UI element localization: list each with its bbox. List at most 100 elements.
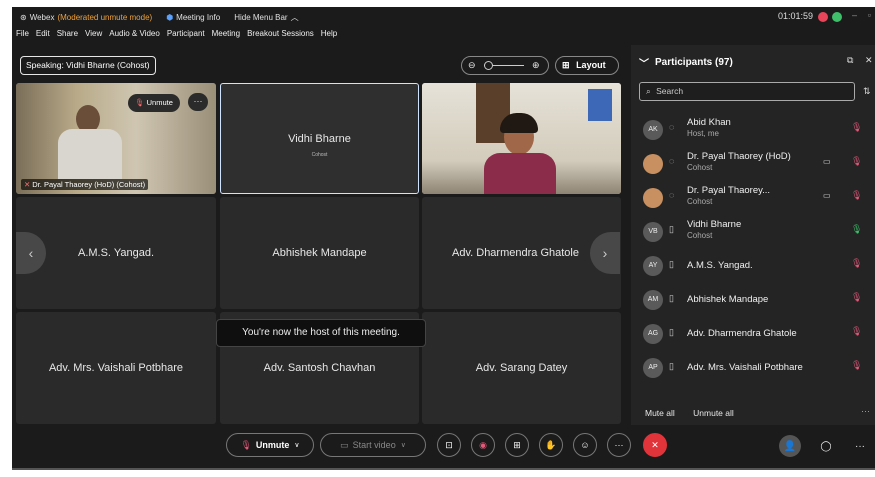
participant-row[interactable]: VB ▯ Vidhi Bharne Cohost 🎙 <box>631 215 875 249</box>
restore-button[interactable]: ▫ <box>868 10 871 20</box>
menu-file[interactable]: File <box>16 29 29 43</box>
video-off-icon: ▭ <box>340 439 349 450</box>
start-video-button[interactable]: ▭ Start video ∨ <box>320 433 426 457</box>
participant-row[interactable]: AK ◌ Abid Khan Host, me 🎙 <box>631 113 875 147</box>
zoom-slider-handle[interactable] <box>484 61 493 70</box>
tile-role: Cohost <box>311 151 328 158</box>
headset-icon: ◌ <box>669 156 675 166</box>
phone-icon: ▯ <box>669 293 674 303</box>
leave-meeting-button[interactable]: ✕ <box>643 433 667 457</box>
tile-caption: ✕ Dr. Payal Thaorey (HoD) (Cohost) <box>21 179 149 190</box>
phone-icon: ▯ <box>669 259 674 269</box>
more-options-button[interactable]: ··· <box>607 433 631 457</box>
menu-breakout[interactable]: Breakout Sessions <box>247 29 314 43</box>
menu-help[interactable]: Help <box>321 29 337 43</box>
participant-row[interactable]: ◌ Dr. Payal Thaorey (HoD) Cohost ▭ 🎙 <box>631 147 875 181</box>
participant-row[interactable]: AM ▯ Abhishek Mandape 🎙 <box>631 283 875 317</box>
popout-icon[interactable]: ⧉ <box>847 55 853 66</box>
avatar: AK <box>643 120 663 140</box>
shield-icon: ⬢ <box>166 12 174 22</box>
person-body <box>58 129 122 179</box>
video-tile-vaishali-potbhare[interactable]: Adv. Mrs. Vaishali Potbhare <box>16 312 216 424</box>
tile-more-button[interactable]: ··· <box>188 93 208 111</box>
layout-button[interactable]: ⊞ Layout <box>555 56 619 75</box>
tile-name: Adv. Mrs. Vaishali Potbhare <box>48 362 184 374</box>
video-tile-payal-thaorey[interactable]: 🎙 Unmute ··· ✕ Dr. Payal Thaorey (HoD) (… <box>16 83 216 194</box>
menu-audio-video[interactable]: Audio & Video <box>109 29 160 43</box>
video-tile-abhishek-mandape[interactable]: Abhishek Mandape <box>220 197 419 309</box>
mic-off-icon: 🎙 <box>135 98 145 107</box>
hide-menu-bar-button[interactable]: Hide Menu Bar ︿ <box>234 12 298 23</box>
video-tile-woman[interactable] <box>422 83 621 194</box>
zoom-out-icon[interactable]: ⊖ <box>468 60 476 71</box>
mic-muted-icon[interactable]: 🎙 <box>851 156 862 167</box>
reactions-button[interactable]: ☺ <box>573 433 597 457</box>
participants-toggle-button[interactable]: 👤 <box>779 435 801 457</box>
minimize-button[interactable]: – <box>852 10 857 20</box>
participant-name: Adv. Mrs. Vaishali Potbhare <box>687 362 803 373</box>
sort-icon[interactable]: ⇅ <box>863 86 871 97</box>
record-button[interactable]: ◉ <box>471 433 495 457</box>
share-icon: ⊡ <box>445 439 453 450</box>
menu-edit[interactable]: Edit <box>36 29 50 43</box>
participant-role: Host, me <box>687 129 720 138</box>
more-panels-button[interactable]: ··· <box>849 435 871 457</box>
unmute-all-button[interactable]: Unmute all <box>693 408 734 418</box>
speaking-indicator: Speaking: Vidhi Bharne (Cohost) <box>20 56 156 75</box>
participant-row[interactable]: AY ▯ A.M.S. Yangad. 🎙 <box>631 249 875 283</box>
hand-icon: ✋ <box>545 439 557 450</box>
zoom-control[interactable]: ⊖ ⊕ <box>461 56 549 75</box>
host-notification: You're now the host of this meeting. <box>216 319 426 347</box>
panel-more-icon[interactable]: ··· <box>861 406 870 416</box>
zoom-in-icon[interactable]: ⊕ <box>532 60 540 71</box>
meeting-info-button[interactable]: ⬢ Meeting Info <box>166 13 220 22</box>
participant-row[interactable]: ◌ Dr. Payal Thaorey... Cohost ▭ 🎙 <box>631 181 875 215</box>
mic-muted-icon[interactable]: 🎙 <box>851 122 862 133</box>
recording-icon[interactable] <box>818 12 828 22</box>
tile-name: Abhishek Mandape <box>272 247 367 259</box>
video-tile-ams-yangad[interactable]: A.M.S. Yangad. <box>16 197 216 309</box>
video-camera-icon[interactable]: ▭ <box>823 157 831 166</box>
mic-active-icon[interactable]: 🎙 <box>851 224 862 235</box>
participant-name: Abhishek Mandape <box>687 294 769 305</box>
headset-icon: ◌ <box>669 190 675 200</box>
video-tile-vidhi-bharne[interactable]: Vidhi Bharne Cohost <box>220 83 419 194</box>
search-icon: ⌕ <box>646 86 651 96</box>
participant-name: Adv. Dharmendra Ghatole <box>687 328 797 339</box>
mic-muted-icon[interactable]: 🎙 <box>851 292 862 303</box>
webex-logo-icon: ⊛ <box>20 12 27 22</box>
share-button[interactable]: ⊡ <box>437 433 461 457</box>
chevron-up-icon: ︿ <box>290 12 299 22</box>
video-tile-sarang-datey[interactable]: Adv. Sarang Datey <box>422 312 621 424</box>
tile-name: Adv. Sarang Datey <box>475 362 568 374</box>
webex-window: ⊛ Webex (Moderated unmute mode) ⬢ Meetin… <box>12 7 875 468</box>
chevron-down-icon: ∨ <box>400 442 406 449</box>
more-icon: ··· <box>614 440 624 450</box>
participant-name: Dr. Payal Thaorey... <box>687 185 771 196</box>
breakout-button[interactable]: ⊞ <box>505 433 529 457</box>
participant-row[interactable]: AP ▯ Adv. Mrs. Vaishali Potbhare 🎙 <box>631 351 875 385</box>
close-panel-icon[interactable]: ✕ <box>865 55 873 66</box>
chat-button[interactable]: ◯ <box>815 435 837 457</box>
phone-icon: ▯ <box>669 327 674 337</box>
participant-row[interactable]: AG ▯ Adv. Dharmendra Ghatole 🎙 <box>631 317 875 351</box>
menu-participant[interactable]: Participant <box>167 29 205 43</box>
mic-muted-icon[interactable]: 🎙 <box>851 190 862 201</box>
menu-meeting[interactable]: Meeting <box>212 29 240 43</box>
video-camera-icon[interactable]: ▭ <box>823 191 831 200</box>
menu-view[interactable]: View <box>85 29 102 43</box>
mode-label: (Moderated unmute mode) <box>57 12 153 22</box>
tile-unmute-button[interactable]: 🎙 Unmute <box>128 94 180 112</box>
participant-search-input[interactable]: ⌕ Search <box>639 82 855 101</box>
unmute-button[interactable]: 🎙 Unmute ∨ <box>226 433 314 457</box>
mute-all-button[interactable]: Mute all <box>645 408 675 418</box>
mic-muted-icon[interactable]: 🎙 <box>851 258 862 269</box>
menu-share[interactable]: Share <box>57 29 78 43</box>
participants-header[interactable]: ﹀ Participants (97) <box>639 55 733 70</box>
chevron-right-icon: › <box>602 245 608 261</box>
mic-muted-icon[interactable]: 🎙 <box>851 326 862 337</box>
status-icon[interactable] <box>832 12 842 22</box>
mic-muted-icon[interactable]: 🎙 <box>851 360 862 371</box>
more-icon: ··· <box>855 440 865 452</box>
raise-hand-button[interactable]: ✋ <box>539 433 563 457</box>
